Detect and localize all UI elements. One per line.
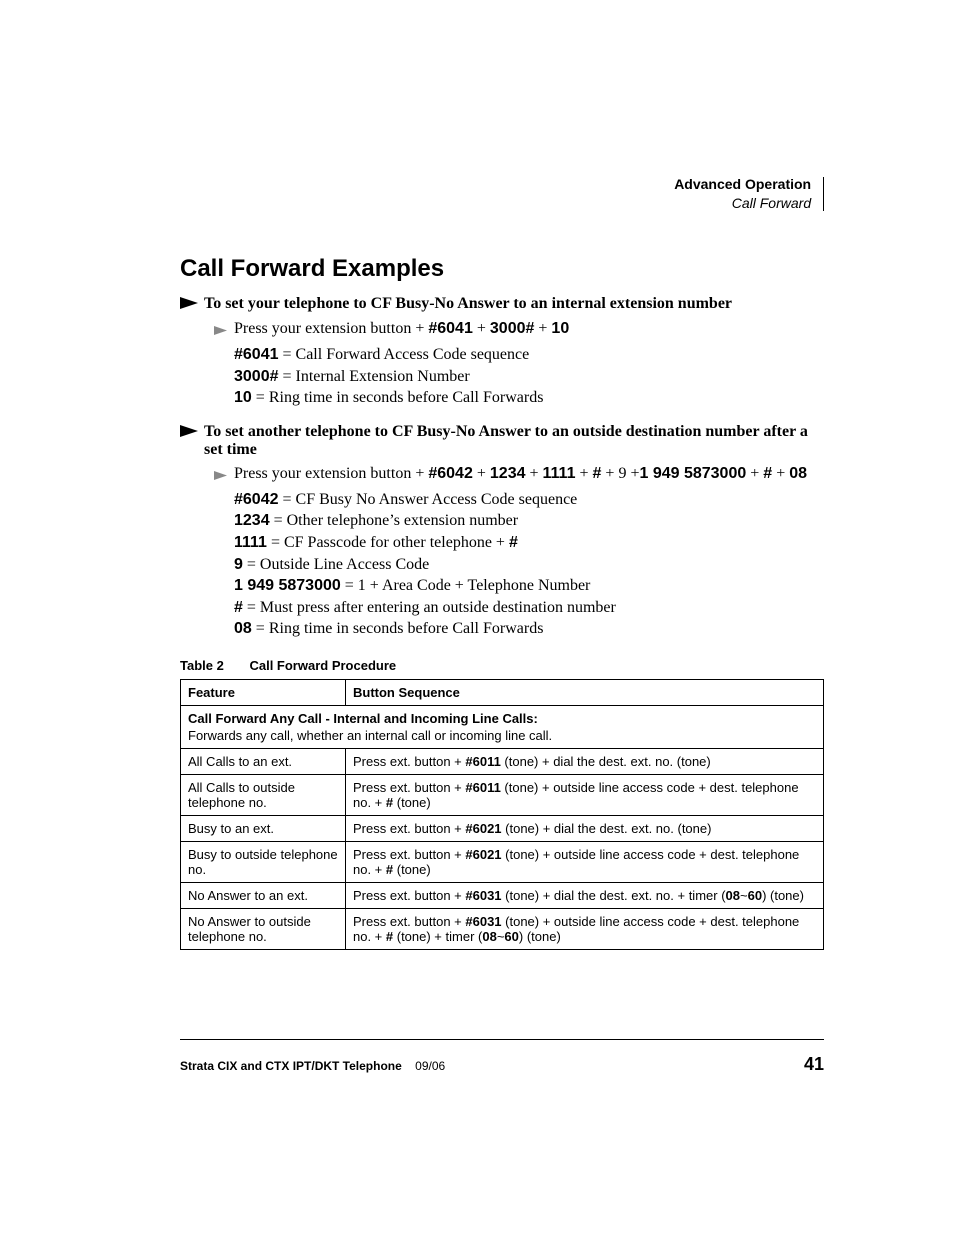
code-token: 3000# [234, 368, 279, 385]
def-text: = CF Passcode for other telephone + [267, 534, 509, 551]
step-prefix: Press your extension button [234, 465, 411, 482]
def-text: = Other telephone’s extension number [270, 512, 519, 529]
table-row: No Answer to an ext.Press ext. button + … [181, 882, 824, 908]
group-title: Call Forward Any Call - Internal and Inc… [188, 711, 816, 726]
def-text: = 1 + Area Code + Telephone Number [341, 577, 591, 594]
feature-cell: Busy to an ext. [181, 815, 346, 841]
feature-cell: No Answer to an ext. [181, 882, 346, 908]
table-row: All Calls to an ext.Press ext. button + … [181, 748, 824, 774]
plain-token: 9 [618, 465, 626, 482]
procedure-1: To set your telephone to CF Busy-No Answ… [180, 295, 824, 409]
page-title: Call Forward Examples [180, 255, 824, 283]
table-title: Call Forward Procedure [249, 658, 396, 673]
sequence-cell: Press ext. button + #6031 (tone) + dial … [346, 882, 824, 908]
procedure-1-step: Press your extension button + #6041 + 30… [234, 320, 569, 338]
procedure-2-heading: To set another telephone to CF Busy-No A… [204, 423, 824, 459]
triangle-icon [214, 320, 234, 340]
running-head: Advanced Operation Call Forward [674, 175, 824, 213]
table-row: All Calls to outside telephone no.Press … [181, 774, 824, 815]
code-token: 1 949 5873000 [234, 577, 341, 594]
code-token: #6041 [428, 320, 473, 337]
procedure-2: To set another telephone to CF Busy-No A… [180, 423, 824, 640]
sequence-cell: Press ext. button + #6011 (tone) + outsi… [346, 774, 824, 815]
feature-cell: Busy to outside telephone no. [181, 841, 346, 882]
code-token: #6042 [428, 465, 473, 482]
group-desc: Forwards any call, whether an internal c… [188, 728, 552, 743]
procedure-2-step: Press your extension button + #6042 + 12… [234, 465, 807, 483]
code-token: # [593, 465, 602, 482]
table-number: Table 2 [180, 658, 224, 673]
step-prefix: Press your extension button [234, 320, 411, 337]
chapter-title: Advanced Operation [674, 176, 811, 192]
table-row: Busy to an ext.Press ext. button + #6021… [181, 815, 824, 841]
def-text: = Call Forward Access Code sequence [279, 346, 530, 363]
code-token: 08 [789, 465, 807, 482]
feature-cell: No Answer to outside telephone no. [181, 908, 346, 949]
table-header-sequence: Button Sequence [346, 679, 824, 705]
footer-product: Strata CIX and CTX IPT/DKT Telephone [180, 1059, 402, 1073]
page: Advanced Operation Call Forward Call For… [0, 0, 954, 1235]
sequence-cell: Press ext. button + #6031 (tone) + outsi… [346, 908, 824, 949]
procedure-1-defs: #6041 = Call Forward Access Code sequenc… [234, 344, 824, 409]
code-token: #6042 [234, 491, 279, 508]
def-text: = Must press after entering an outside d… [243, 599, 616, 616]
section-title-small: Call Forward [732, 195, 811, 211]
table-row: No Answer to outside telephone no.Press … [181, 908, 824, 949]
def-text: = Outside Line Access Code [243, 556, 429, 573]
code-token: 08 [234, 620, 252, 637]
header-divider [823, 177, 824, 211]
code-token: # [234, 599, 243, 616]
def-text: = Ring time in seconds before Call Forwa… [252, 620, 544, 637]
page-footer: Strata CIX and CTX IPT/DKT Telephone 09/… [180, 1039, 824, 1075]
sequence-cell: Press ext. button + #6011 (tone) + dial … [346, 748, 824, 774]
triangle-icon [180, 295, 204, 314]
procedure-2-defs: #6042 = CF Busy No Answer Access Code se… [234, 489, 824, 640]
code-token: 9 [234, 556, 243, 573]
table-row: Busy to outside telephone no.Press ext. … [181, 841, 824, 882]
sequence-cell: Press ext. button + #6021 (tone) + outsi… [346, 841, 824, 882]
code-token: 1234 [234, 512, 270, 529]
feature-cell: All Calls to outside telephone no. [181, 774, 346, 815]
procedure-1-heading: To set your telephone to CF Busy-No Answ… [204, 295, 732, 313]
def-text: = CF Busy No Answer Access Code sequence [279, 491, 578, 508]
code-token: 1111 [234, 534, 267, 551]
code-token: # [509, 534, 518, 551]
code-token: 3000# [490, 320, 535, 337]
table-header-feature: Feature [181, 679, 346, 705]
code-token: 1234 [490, 465, 526, 482]
code-token: 10 [551, 320, 569, 337]
code-token: # [763, 465, 772, 482]
def-text: = Ring time in seconds before Call Forwa… [252, 389, 544, 406]
code-token: 10 [234, 389, 252, 406]
triangle-icon [214, 465, 234, 485]
footer-date: 09/06 [415, 1059, 445, 1073]
code-token: 1111 [543, 465, 576, 482]
def-text: = Internal Extension Number [279, 368, 470, 385]
code-token: #6041 [234, 346, 279, 363]
table-caption: Table 2 Call Forward Procedure [180, 658, 824, 673]
code-token: 1 949 5873000 [639, 465, 746, 482]
table-group-header: Call Forward Any Call - Internal and Inc… [181, 705, 824, 748]
page-number: 41 [804, 1054, 824, 1075]
sequence-cell: Press ext. button + #6021 (tone) + dial … [346, 815, 824, 841]
procedure-table: Feature Button Sequence Call Forward Any… [180, 679, 824, 950]
triangle-icon [180, 423, 204, 442]
feature-cell: All Calls to an ext. [181, 748, 346, 774]
